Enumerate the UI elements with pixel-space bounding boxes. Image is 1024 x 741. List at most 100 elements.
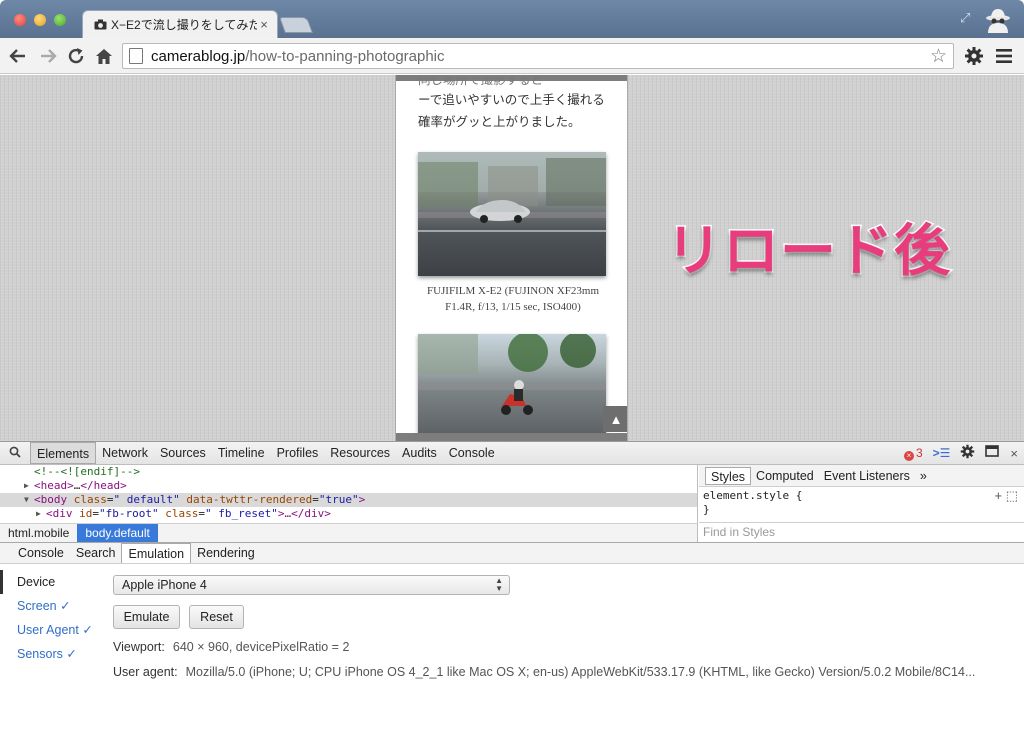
devtools-tab-sources[interactable]: Sources [154,442,212,464]
element-style-close: } [703,503,710,516]
dom-node-head[interactable]: ▶ <head>…</head> [0,479,697,493]
user-agent-value: Mozilla/5.0 (iPhone; U; CPU iPhone OS 4_… [185,665,976,679]
panning-photo-car [418,152,606,276]
zoom-window-button[interactable] [54,14,66,26]
camera-icon [93,19,107,31]
settings-gear-icon[interactable] [962,44,986,68]
new-style-rule-icon[interactable]: + ⬚ [995,489,1019,503]
scroll-to-top-button[interactable]: ▲ [603,406,627,432]
devtools-right-controls: × 3 >☰ × [903,444,1018,462]
dom-tree: <!--<![endif]--> ▶ <head>…</head> ▼ <bod… [0,465,698,523]
emulation-nav-user-agent[interactable]: User Agent ✓ [0,618,104,642]
user-agent-label: User agent: [113,665,178,679]
error-count: 3 [915,445,923,460]
console-drawer-icon[interactable]: >☰ [933,446,951,460]
photo-caption: FUJIFILM X-E2 (FUJINON XF23mm F1.4R, f/1… [408,283,618,315]
reload-icon[interactable] [64,44,88,68]
viewport-value: 640 × 960, devicePixelRatio = 2 [172,640,350,654]
close-window-button[interactable] [14,14,26,26]
emulation-nav-sensors[interactable]: Sensors ✓ [0,642,104,666]
breadcrumb-html[interactable]: html.mobile [0,524,77,542]
emulation-panel: Device Screen ✓ User Agent ✓ Sensors ✓ A… [0,564,1024,741]
emulated-phone-screen: 同じ場所で撮影すると ーで追いやすいので上手く撮れる 確率がグッと上がりました。… [395,75,628,441]
viewport-label: Viewport: [113,640,165,654]
article-text: 同じ場所で撮影すると ーで追いやすいので上手く撮れる 確率がグッと上がりました。 [418,77,618,133]
page-icon [129,48,143,64]
dom-attr-value: " fb_reset" [204,507,278,520]
fullscreen-icon[interactable]: ⤢ [960,10,970,26]
expand-triangle-icon[interactable]: ▶ [24,479,29,493]
tab-title: X−E2で流し撮りをしてみた [111,18,257,32]
dom-node-body[interactable]: ▼ <body class=" default" data-twttr-rend… [0,493,697,507]
page-viewport: 同じ場所で撮影すると ーで追いやすいので上手く撮れる 確率がグッと上がりました。… [0,75,1024,441]
drawer-tabbar: Console Search Emulation Rendering [0,542,1024,564]
element-style-rule[interactable]: element.style { [703,489,1020,503]
article-line: 確率がグッと上がりました。 [418,114,581,129]
back-arrow-icon[interactable] [6,44,30,68]
incognito-icon [982,6,1014,34]
address-bar[interactable]: camerablog.jp/how-to-panning-photographi… [122,43,954,69]
dom-breadcrumbs: html.mobile body.default [0,523,698,542]
drawer-tab-search[interactable]: Search [70,543,122,563]
styles-tab-computed[interactable]: Computed [751,467,819,485]
dom-attr: id [79,507,93,520]
devtools-tab-console[interactable]: Console [443,442,501,464]
panning-photo-scooter [418,334,606,434]
home-icon[interactable] [92,44,116,68]
emulation-nav-device[interactable]: Device [0,570,104,594]
devtools-tab-timeline[interactable]: Timeline [212,442,271,464]
find-in-styles-input[interactable]: Find in Styles [699,522,1024,542]
dom-comment: <!--<![endif]--> [34,465,140,478]
devtools-tab-elements[interactable]: Elements [30,442,97,464]
expand-triangle-icon[interactable]: ▶ [36,507,41,521]
dom-node-fb-root[interactable]: ▶ <div id="fb-root" class=" fb_reset">…<… [0,507,697,521]
breadcrumb-body[interactable]: body.default [77,524,158,542]
minimize-window-button[interactable] [34,14,46,26]
bookmark-star-icon[interactable]: ☆ [930,45,947,68]
emulation-nav-screen[interactable]: Screen ✓ [0,594,104,618]
article-line: ーで追いやすいので上手く撮れる [418,92,605,107]
caption-line: FUJIFILM X-E2 (FUJINON XF23mm [426,285,600,297]
phone-bottom-band [396,433,627,441]
device-select[interactable]: Apple iPhone 4 ▲ ▼ [113,575,510,595]
article-partial-line: 同じ場所で撮影すると [418,77,544,87]
new-tab-button[interactable] [279,17,313,33]
dom-attr: class [73,493,107,506]
emulation-nav: Device Screen ✓ User Agent ✓ Sensors ✓ [0,570,104,666]
styles-tab-event-listeners[interactable]: Event Listeners [819,467,915,485]
window-titlebar: X−E2で流し撮りをしてみた × ⤢ [0,0,1024,38]
drawer-tab-emulation[interactable]: Emulation [121,543,192,563]
dom-attr-value: " default" [113,493,180,506]
viewport-info: Viewport: 640 × 960, devicePixelRatio = 2 [113,640,349,654]
dom-attr-value: "fb-root" [99,507,159,520]
tab-close-icon[interactable]: × [257,17,271,32]
dock-toggle-icon[interactable] [985,445,1000,461]
reset-button[interactable]: Reset [189,605,244,629]
browser-tab[interactable]: X−E2で流し撮りをしてみた × [82,10,278,38]
drawer-tab-rendering[interactable]: Rendering [191,543,261,563]
dom-attr: data-twttr-rendered [186,493,313,506]
devtools-tab-audits[interactable]: Audits [396,442,443,464]
devtools-settings-icon[interactable] [960,444,975,462]
emulate-button[interactable]: Emulate [113,605,180,629]
styles-more-tabs[interactable]: » [915,467,932,485]
error-counter[interactable]: × 3 [903,445,923,461]
caption-line: F1.4R, f/13, 1/15 sec, ISO400) [445,301,581,313]
devtools-tabbar: Elements Network Sources Timeline Profil… [0,441,1024,465]
inspect-search-icon[interactable] [0,446,30,461]
device-select-value: Apple iPhone 4 [122,578,207,592]
dom-node-comment[interactable]: <!--<![endif]--> [0,465,697,479]
devtools-tab-network[interactable]: Network [96,442,154,464]
close-devtools-icon[interactable]: × [1010,446,1018,461]
dom-tag: </head> [80,479,127,492]
dom-attr-value: "true" [318,493,359,506]
collapse-triangle-icon[interactable]: ▼ [24,493,29,507]
menu-icon[interactable] [992,44,1016,68]
drawer-tab-console[interactable]: Console [12,543,70,563]
devtools-tab-resources[interactable]: Resources [324,442,396,464]
dom-tag: >…</div> [277,507,331,520]
styles-tab-styles[interactable]: Styles [705,466,752,485]
forward-arrow-icon[interactable] [36,44,60,68]
styles-tabbar: Styles Computed Event Listeners » [699,465,1024,487]
devtools-tab-profiles[interactable]: Profiles [271,442,325,464]
